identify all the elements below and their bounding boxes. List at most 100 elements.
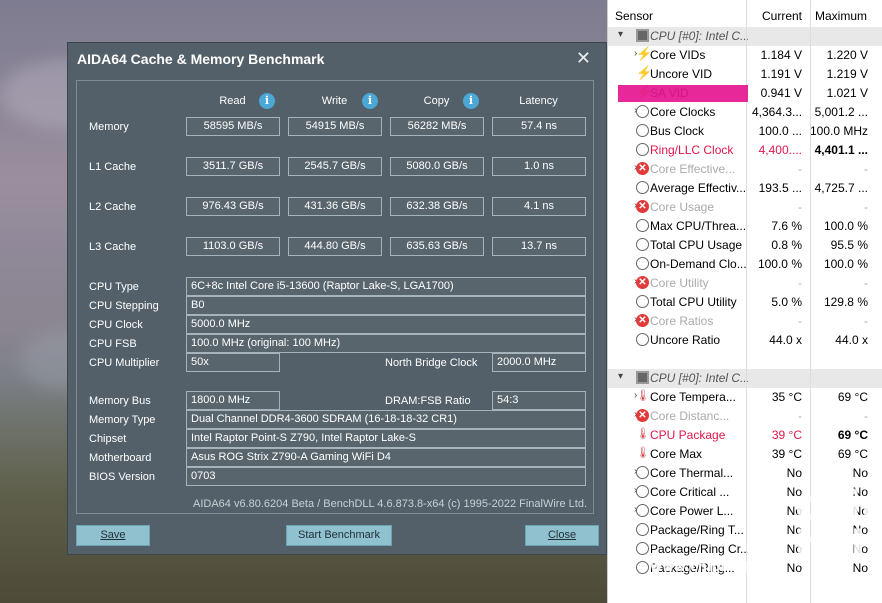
sensor-name: CPU [#0]: Intel C... — [650, 371, 748, 385]
maximum-col-header[interactable]: Maximum — [815, 9, 867, 23]
sensor-maximum: 69 °C — [837, 428, 868, 442]
sensor-row[interactable]: Total CPU Utility 5.0 % 129.8 % — [608, 293, 882, 312]
sensor-maximum: - — [864, 276, 868, 290]
watermark-big: chip hell — [795, 483, 882, 569]
x-icon: ✕ — [636, 200, 649, 213]
sensor-name: CPU [#0]: Intel C... — [650, 29, 748, 43]
write-info-icon[interactable]: i — [362, 93, 378, 109]
close-icon[interactable]: ✕ — [576, 48, 591, 69]
sensor-name: Core Clocks — [650, 105, 716, 119]
sensor-current: No — [786, 466, 802, 480]
sensor-row[interactable]: ›✕Core Ratios-- — [608, 312, 882, 331]
sensor-current: 0.941 V — [760, 86, 802, 100]
sensor-current: 100.0 ... — [758, 124, 802, 138]
sensor-maximum: 95.5 % — [830, 238, 868, 252]
bios-label: BIOS Version — [89, 471, 156, 483]
sensor-maximum: 100.0 % — [823, 219, 868, 233]
circle-icon — [636, 295, 649, 308]
l1-latency-value: 1.0 ns — [492, 157, 586, 176]
cpu-stepping-label: CPU Stepping — [89, 300, 159, 312]
therm-icon: 🌡 — [636, 428, 650, 440]
collapse-icon[interactable]: ▾ — [618, 29, 623, 40]
sensor-row[interactable]: 🌡 CPU Package 39 °C 69 °C — [608, 426, 882, 445]
sensor-maximum: - — [864, 314, 868, 328]
sensor-current: - — [798, 162, 802, 176]
version-footer: AIDA64 v6.80.6204 Beta / BenchDLL 4.6.87… — [193, 498, 587, 510]
sensor-maximum: - — [864, 162, 868, 176]
sensor-current: - — [798, 314, 802, 328]
sensor-group-row[interactable]: ▾ CPU [#0]: Intel C... — [608, 369, 882, 388]
collapse-icon[interactable]: ▾ — [618, 371, 623, 382]
save-button[interactable]: Save — [76, 525, 150, 546]
sensor-current: - — [798, 276, 802, 290]
sensor-row[interactable]: › ⚡ Core VIDs 1.184 V 1.220 V — [608, 46, 882, 65]
sensor-current: 193.5 ... — [758, 181, 802, 195]
l1-read-value: 3511.7 GB/s — [186, 157, 280, 176]
sensor-row[interactable]: ›Core Thermal...NoNo — [608, 464, 882, 483]
sensor-maximum: 1.021 V — [826, 86, 868, 100]
l2-latency-value: 4.1 ns — [492, 197, 586, 216]
l3-copy-value: 635.63 GB/s — [390, 237, 484, 256]
circle-icon — [636, 542, 649, 555]
sensor-row[interactable]: Average Effectiv... 193.5 ... 4,725.7 ... — [608, 179, 882, 198]
sensor-col-header[interactable]: Sensor — [615, 9, 653, 23]
sensor-row[interactable]: Uncore Ratio 44.0 x 44.0 x — [608, 331, 882, 350]
circle-icon — [636, 124, 649, 137]
nb-clock-value: 2000.0 MHz — [492, 353, 586, 372]
close-button[interactable]: Close — [525, 525, 599, 546]
chipset-label: Chipset — [89, 433, 127, 445]
sensor-row[interactable]: › 🌡 Core Tempera... 35 °C 69 °C — [608, 388, 882, 407]
sensor-current: 4,364.3... — [752, 105, 802, 119]
sensor-row[interactable]: Total CPU Usage 0.8 % 95.5 % — [608, 236, 882, 255]
sensor-row[interactable]: ›✕Core Usage-- — [608, 198, 882, 217]
sensor-row[interactable]: 🌡 Core Max 39 °C 69 °C — [608, 445, 882, 464]
x-icon: ✕ — [636, 409, 649, 422]
sensor-name: Core Usage — [650, 200, 715, 214]
sensor-current: 1.184 V — [760, 48, 802, 62]
sensor-name: Core Max — [650, 447, 703, 461]
sensor-row[interactable]: On-Demand Clo... 100.0 % 100.0 % — [608, 255, 882, 274]
sensor-row[interactable]: Max CPU/Threa... 7.6 % 100.0 % — [608, 217, 882, 236]
nb-clock-label: North Bridge Clock — [385, 357, 478, 369]
sensor-row[interactable]: ›Core Clocks4,364.3...5,001.2 ... — [608, 103, 882, 122]
sensor-current: - — [798, 409, 802, 423]
sensor-name: On-Demand Clo... — [650, 257, 747, 271]
sensor-name: SA VID — [650, 86, 689, 100]
l2-copy-value: 632.38 GB/s — [390, 197, 484, 216]
sensor-name: Bus Clock — [650, 124, 705, 138]
sensor-row[interactable]: ›✕Core Effective...-- — [608, 160, 882, 179]
sensor-row[interactable]: Bus Clock 100.0 ... 100.0 MHz — [608, 122, 882, 141]
current-col-header[interactable]: Current — [762, 9, 802, 23]
sensor-row[interactable]: ›✕Core Distanc...-- — [608, 407, 882, 426]
sensor-row[interactable]: ›✕Core Utility-- — [608, 274, 882, 293]
row-label-l3: L3 Cache — [89, 241, 137, 253]
sensor-name: Core Distanc... — [650, 409, 730, 423]
bolt-icon: ⚡ — [636, 84, 653, 99]
sensor-maximum: 1.219 V — [826, 67, 868, 81]
sensor-row[interactable]: ⚡ SA VID 0.941 V 1.021 V — [608, 84, 882, 103]
sensor-name: Ring/LLC Clock — [650, 143, 734, 157]
l1-copy-value: 5080.0 GB/s — [390, 157, 484, 176]
bios-value: 0703 — [186, 467, 586, 486]
sensor-row[interactable]: Ring/LLC Clock 4,400.... 4,401.1 ... — [608, 141, 882, 160]
sensor-row[interactable]: ⚡ Uncore VID 1.191 V 1.219 V — [608, 65, 882, 84]
cpu-multiplier-label: CPU Multiplier — [89, 357, 160, 369]
cpu-clock-label: CPU Clock — [89, 319, 143, 331]
chip-icon — [636, 371, 649, 384]
circle-icon — [636, 257, 649, 270]
copy-info-icon[interactable]: i — [463, 93, 479, 109]
memory-copy-value: 56282 MB/s — [390, 117, 484, 136]
start-benchmark-button[interactable]: Start Benchmark — [286, 525, 392, 546]
read-info-icon[interactable]: i — [259, 93, 275, 109]
sensor-name: Core Effective... — [650, 162, 736, 176]
watermark-url: www.chiphell.com — [650, 560, 783, 575]
sensor-current: 5.0 % — [771, 295, 802, 309]
sensor-current: 39 °C — [771, 447, 802, 461]
sensor-name: Total CPU Usage — [650, 238, 743, 252]
sensor-name: Core VIDs — [650, 48, 706, 62]
sensor-group-row[interactable]: ▾ CPU [#0]: Intel C... — [608, 27, 882, 46]
circle-icon — [636, 485, 649, 498]
memory-type-label: Memory Type — [89, 414, 156, 426]
sensor-name: Package/Ring T... — [650, 523, 744, 537]
window-title: AIDA64 Cache & Memory Benchmark — [77, 51, 325, 67]
